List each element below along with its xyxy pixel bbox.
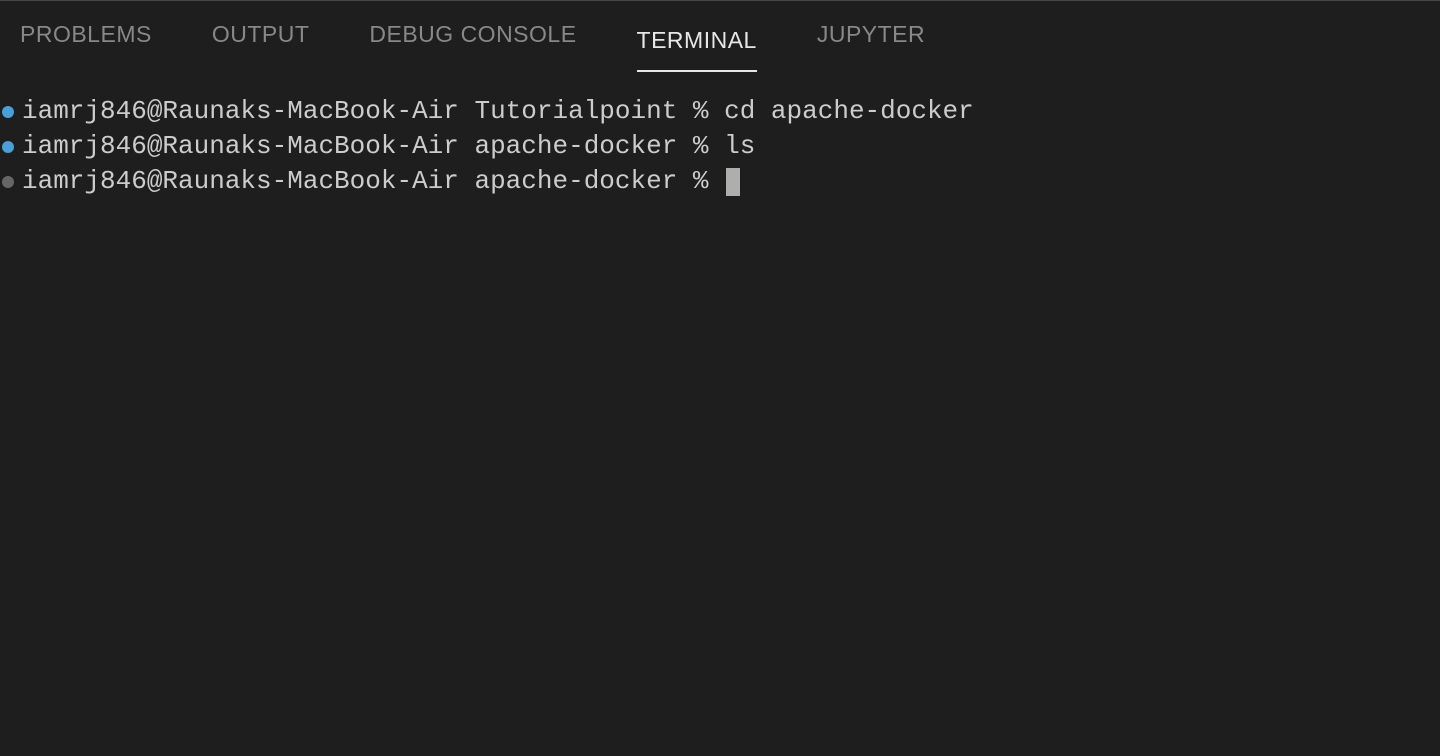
tab-debug-console[interactable]: DEBUG CONSOLE <box>369 21 576 60</box>
panel-tabs: PROBLEMS OUTPUT DEBUG CONSOLE TERMINAL J… <box>0 1 1440 76</box>
terminal-line: iamrj846@Raunaks-MacBook-Air apache-dock… <box>0 129 1440 164</box>
terminal-command: ls <box>724 129 755 164</box>
tab-output[interactable]: OUTPUT <box>212 21 310 60</box>
prompt-marker-icon <box>2 106 14 118</box>
terminal-prompt: iamrj846@Raunaks-MacBook-Air Tutorialpoi… <box>22 94 724 129</box>
tab-problems[interactable]: PROBLEMS <box>20 21 152 60</box>
terminal-prompt: iamrj846@Raunaks-MacBook-Air apache-dock… <box>22 129 724 164</box>
tab-terminal[interactable]: TERMINAL <box>637 27 757 72</box>
prompt-marker-icon <box>2 176 14 188</box>
terminal-line: iamrj846@Raunaks-MacBook-Air Tutorialpoi… <box>0 94 1440 129</box>
prompt-marker-icon <box>2 141 14 153</box>
tab-jupyter[interactable]: JUPYTER <box>817 21 925 60</box>
terminal-output[interactable]: iamrj846@Raunaks-MacBook-Air Tutorialpoi… <box>0 76 1440 199</box>
terminal-line: iamrj846@Raunaks-MacBook-Air apache-dock… <box>0 164 1440 199</box>
terminal-command: cd apache-docker <box>724 94 974 129</box>
terminal-cursor <box>726 168 740 196</box>
terminal-prompt: iamrj846@Raunaks-MacBook-Air apache-dock… <box>22 164 724 199</box>
